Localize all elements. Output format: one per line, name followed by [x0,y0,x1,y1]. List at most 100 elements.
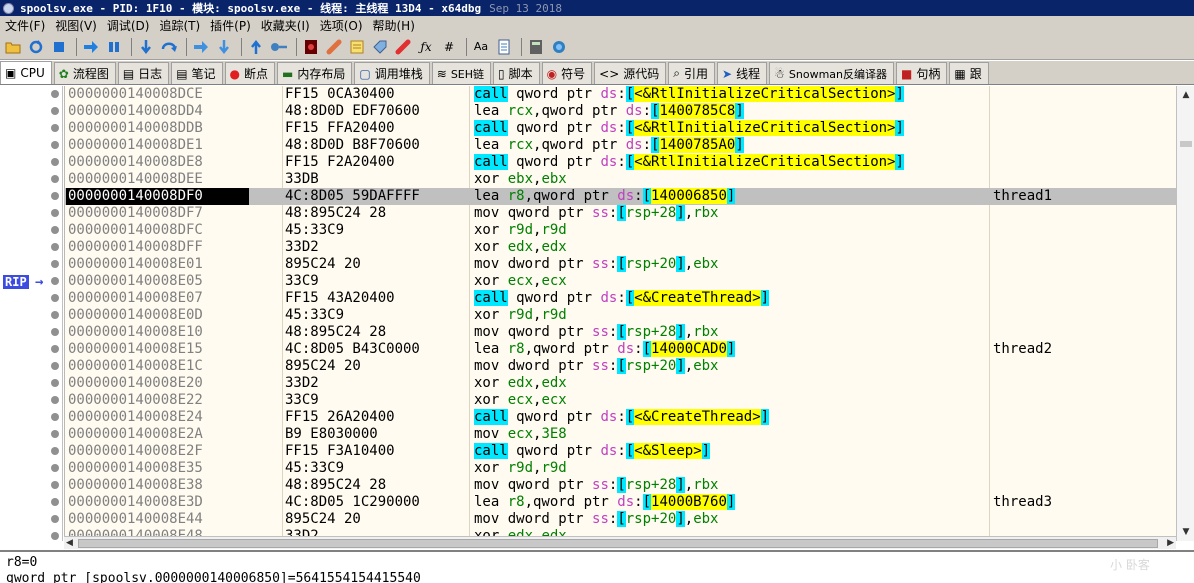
breakpoint-dot-icon[interactable] [51,396,59,404]
breakpoint-dot-icon[interactable] [51,481,59,489]
disasm-row[interactable]: 0000000140008E20 33D2 xor edx,edx [64,375,1176,392]
function-icon[interactable]: ƒx [416,37,436,57]
scroll-down-icon[interactable]: ▼ [1179,525,1193,539]
horizontal-scrollbar[interactable]: ◀ ▶ [64,536,1176,549]
tab-source[interactable]: <> 源代码 [594,62,667,84]
scroll-thumb[interactable] [1180,141,1192,147]
tab-references[interactable]: ⌕ 引用 [668,62,716,84]
breakpoint-dot-icon[interactable] [51,413,59,421]
label-icon[interactable] [370,37,390,57]
breakpoint-dot-icon[interactable] [51,209,59,217]
breakpoint-dot-icon[interactable] [51,532,59,540]
disasm-row[interactable]: 0000000140008E05 33C9 xor ecx,ecx [64,273,1176,290]
breakpoint-dot-icon[interactable] [51,158,59,166]
scylla-icon[interactable] [301,37,321,57]
breakpoint-dot-icon[interactable] [51,294,59,302]
breakpoint-dot-icon[interactable] [51,379,59,387]
tab-threads[interactable]: ➤ 线程 [717,62,768,84]
restart-icon[interactable] [26,37,46,57]
breakpoint-dot-icon[interactable] [51,498,59,506]
disasm-row[interactable]: 0000000140008E2A B9 E8030000 mov ecx,3E8 [64,426,1176,443]
disasm-row[interactable]: 0000000140008E3D 4C:8D05 1C290000 lea r8,q… [64,494,1176,511]
disasm-row[interactable]: 0000000140008E01 895C24 20 mov dword ptr s… [64,256,1176,273]
disasm-row[interactable]: 0000000140008E07 FF15 43A20400 call qword … [64,290,1176,307]
tab-log[interactable]: ▤ 日志 [117,62,170,84]
calculator-icon[interactable] [526,37,546,57]
tab-seh[interactable]: ≋ SEH链 [431,62,492,84]
open-icon[interactable] [3,37,23,57]
breakpoint-dot-icon[interactable] [51,124,59,132]
breakpoint-dot-icon[interactable] [51,260,59,268]
breakpoint-dot-icon[interactable] [51,311,59,319]
tab-notes[interactable]: ▤ 笔记 [171,62,223,84]
disasm-row[interactable]: 0000000140008E2F FF15 F3A10400 call qword … [64,443,1176,460]
tab-symbols[interactable]: ◉ 符号 [541,62,593,84]
tab-cpu[interactable]: ▣ CPU [0,61,52,84]
step-over-icon[interactable] [159,37,179,57]
scroll-left-icon[interactable]: ◀ [66,537,73,550]
menu-debug[interactable]: 调试(D) [102,17,155,34]
trace-into-icon[interactable] [191,37,211,57]
disasm-row[interactable]: 0000000140008E38 48:895C24 28 mov qword pt… [64,477,1176,494]
patch-icon[interactable] [324,37,344,57]
menu-view[interactable]: 视图(V) [50,17,102,34]
scroll-up-icon[interactable]: ▲ [1179,88,1193,102]
disasm-row[interactable]: 0000000140008DEE 33DB xor ebx,ebx [64,171,1176,188]
breakpoint-dot-icon[interactable] [51,345,59,353]
disasm-row[interactable]: 0000000140008E10 48:895C24 28 mov qword pt… [64,324,1176,341]
breakpoint-dot-icon[interactable] [51,107,59,115]
tab-trace[interactable]: ▦ 跟 [949,62,989,84]
disasm-row[interactable]: 0000000140008E15 4C:8D05 B43C0000 lea r8,q… [64,341,1176,358]
breakpoint-dot-icon[interactable] [51,141,59,149]
disasm-row[interactable]: 0000000140008DF7 48:895C24 28 mov qword pt… [64,205,1176,222]
execute-till-return-icon[interactable] [246,37,266,57]
breakpoint-dot-icon[interactable] [51,226,59,234]
script-icon[interactable] [494,37,514,57]
disasm-row[interactable]: 0000000140008E48 33D2 xor edx,edx [64,528,1176,536]
trace-over-icon[interactable] [214,37,234,57]
disasm-row[interactable]: 0000000140008E0D 45:33C9 xor r9d,r9d [64,307,1176,324]
stop-icon[interactable] [49,37,69,57]
breakpoint-dot-icon[interactable] [51,243,59,251]
run-icon[interactable] [81,37,101,57]
bookmark-icon[interactable] [393,37,413,57]
disasm-row[interactable]: 0000000140008E22 33C9 xor ecx,ecx [64,392,1176,409]
menu-options[interactable]: 选项(O) [315,17,368,34]
breakpoint-gutter[interactable]: RIP → [0,86,63,541]
breakpoint-dot-icon[interactable] [51,464,59,472]
tab-memory-map[interactable]: ▬ 内存布局 [277,62,353,84]
disasm-row[interactable]: 0000000140008DCE FF15 0CA30400 call qword … [64,86,1176,103]
menu-file[interactable]: 文件(F) [0,17,50,34]
disasm-row[interactable]: 0000000140008E35 45:33C9 xor r9d,r9d [64,460,1176,477]
disasm-row[interactable]: 0000000140008DFC 45:33C9 xor r9d,r9d [64,222,1176,239]
run-to-user-code-icon[interactable] [269,37,289,57]
breakpoint-dot-icon[interactable] [51,362,59,370]
disasm-row[interactable]: 0000000140008DF0 4C:8D05 59DAFFFF lea r8,q… [64,188,1176,205]
tab-graph[interactable]: ✿ 流程图 [53,62,116,84]
font-icon[interactable]: Aa [471,37,491,57]
breakpoint-dot-icon[interactable] [51,447,59,455]
menu-plugins[interactable]: 插件(P) [205,17,256,34]
hash-icon[interactable]: # [439,37,459,57]
tab-call-stack[interactable]: ▢ 调用堆栈 [354,62,430,84]
breakpoint-dot-icon[interactable] [51,430,59,438]
disasm-row[interactable]: 0000000140008DDB FF15 FFA20400 call qword … [64,120,1176,137]
disasm-row[interactable]: 0000000140008DD4 48:8D0D EDF70600 lea rcx,… [64,103,1176,120]
step-into-icon[interactable] [136,37,156,57]
disasm-row[interactable]: 0000000140008DFF 33D2 xor edx,edx [64,239,1176,256]
tab-snowman[interactable]: ☃ Snowman反编译器 [769,62,894,84]
menu-help[interactable]: 帮助(H) [368,17,420,34]
breakpoint-dot-icon[interactable] [51,515,59,523]
breakpoint-dot-icon[interactable] [51,192,59,200]
vertical-scrollbar[interactable]: ▲ ▼ [1176,86,1194,541]
disassembly-view[interactable]: 0000000140008DCE FF15 0CA30400 call qword … [64,86,1176,536]
menu-trace[interactable]: 追踪(T) [154,17,205,34]
menu-favourites[interactable]: 收藏夹(I) [256,17,315,34]
disasm-row[interactable]: 0000000140008E24 FF15 26A20400 call qword … [64,409,1176,426]
help-icon[interactable] [549,37,569,57]
tab-script[interactable]: ▯ 脚本 [493,62,540,84]
tab-handles[interactable]: ■ 句柄 [896,62,948,84]
disasm-row[interactable]: 0000000140008DE8 FF15 F2A20400 call qword … [64,154,1176,171]
scroll-right-icon[interactable]: ▶ [1167,537,1174,550]
breakpoint-dot-icon[interactable] [51,90,59,98]
